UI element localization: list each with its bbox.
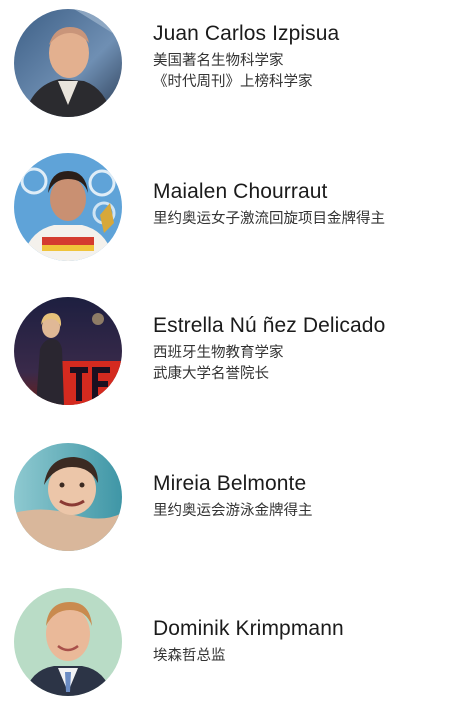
speaker-photo-dominik-krimpmann xyxy=(14,588,122,696)
speaker-photo-mireia-belmonte xyxy=(14,443,122,551)
speaker-photo-estrella-nunez-delicado xyxy=(14,297,122,405)
speaker-photo-maialen-chourraut xyxy=(14,153,122,261)
speaker-title-line: 里约奥运会游泳金牌得主 xyxy=(153,503,313,519)
speaker-card-3: Estrella Nú ñez Delicado 西班牙生物教育学家 武康大学名… xyxy=(0,297,449,409)
speaker-photo-juan-carlos-izpisua xyxy=(14,9,122,117)
speaker-name: Estrella Nú ñez Delicado xyxy=(153,314,386,337)
speaker-name: Maialen Chourraut xyxy=(153,180,328,203)
speaker-name: Mireia Belmonte xyxy=(153,472,307,495)
speaker-title-line: 武康大学名誉院长 xyxy=(153,366,269,382)
speaker-card-5: Dominik Krimpmann 埃森哲总监 xyxy=(0,588,449,700)
speaker-name: Juan Carlos Izpisua xyxy=(153,22,340,45)
speaker-title-line: 美国著名生物科学家 xyxy=(153,53,284,69)
speaker-title-line: 《时代周刊》上榜科学家 xyxy=(153,74,313,90)
speaker-card-1: Juan Carlos Izpisua 美国著名生物科学家 《时代周刊》上榜科学… xyxy=(0,9,449,121)
speaker-card-4: Mireia Belmonte 里约奥运会游泳金牌得主 xyxy=(0,443,449,555)
speaker-name: Dominik Krimpmann xyxy=(153,617,344,640)
speaker-title-line: 埃森哲总监 xyxy=(153,648,226,664)
speaker-title-line: 西班牙生物教育学家 xyxy=(153,345,284,361)
speaker-card-2: Maialen Chourraut 里约奥运女子激流回旋项目金牌得主 xyxy=(0,153,449,265)
speaker-title-line: 里约奥运女子激流回旋项目金牌得主 xyxy=(153,211,385,227)
